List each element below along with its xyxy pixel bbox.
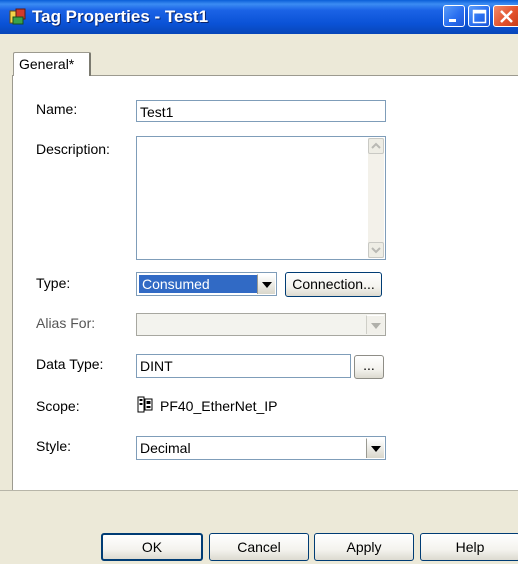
alias-for-label: Alias For: xyxy=(36,315,96,331)
tag-properties-app-icon xyxy=(9,8,27,26)
alias-for-dropdown xyxy=(136,313,386,336)
description-label: Description: xyxy=(36,141,110,157)
style-dropdown[interactable]: Decimal xyxy=(136,436,386,460)
description-scrollbar[interactable] xyxy=(368,138,384,258)
data-type-label: Data Type: xyxy=(36,356,104,372)
cancel-button[interactable]: Cancel xyxy=(209,533,309,561)
title-bar[interactable]: Tag Properties - Test1 xyxy=(0,0,518,34)
minimize-icon xyxy=(449,19,456,22)
style-dropdown-button[interactable] xyxy=(366,438,384,458)
name-input[interactable]: Test1 xyxy=(136,100,386,122)
name-label: Name: xyxy=(36,101,78,117)
general-tab-panel: Name: Test1 Description: Type: Consumed … xyxy=(12,75,518,491)
style-selected-value: Decimal xyxy=(140,440,191,456)
dropdown-arrow-icon xyxy=(371,446,381,452)
minimize-button[interactable] xyxy=(443,5,465,27)
alias-for-dropdown-button xyxy=(366,315,384,334)
apply-button[interactable]: Apply xyxy=(314,533,414,561)
close-button[interactable] xyxy=(493,5,518,27)
controller-scope-icon xyxy=(137,396,153,413)
scope-label: Scope: xyxy=(36,398,80,414)
ok-button[interactable]: OK xyxy=(101,533,203,561)
scope-value: PF40_EtherNet_IP xyxy=(160,398,278,414)
maximize-button[interactable] xyxy=(468,5,490,27)
help-button[interactable]: Help xyxy=(420,533,518,561)
type-dropdown[interactable]: Consumed xyxy=(136,272,277,296)
tag-properties-dialog: Tag Properties - Test1 General* Name: Te… xyxy=(0,0,518,564)
type-label: Type: xyxy=(36,275,71,291)
dropdown-arrow-icon xyxy=(371,323,381,329)
style-label: Style: xyxy=(36,438,72,454)
scroll-down-button[interactable] xyxy=(368,242,384,258)
tab-general-label: General* xyxy=(19,56,75,72)
type-selected-value: Consumed xyxy=(139,275,257,293)
tab-general[interactable]: General* xyxy=(13,52,91,76)
connection-button[interactable]: Connection... xyxy=(285,272,382,297)
chevron-down-icon xyxy=(371,247,381,254)
description-textarea[interactable] xyxy=(136,136,386,260)
data-type-input[interactable]: DINT xyxy=(136,354,351,378)
chevron-up-icon xyxy=(371,142,381,149)
panel-bottom-divider xyxy=(0,490,518,491)
window-title: Tag Properties - Test1 xyxy=(32,7,209,26)
maximize-icon xyxy=(472,9,487,24)
type-dropdown-button[interactable] xyxy=(257,274,275,294)
close-icon xyxy=(500,10,513,23)
dropdown-arrow-icon xyxy=(262,282,272,288)
data-type-browse-button[interactable]: ... xyxy=(354,355,384,379)
scroll-up-button[interactable] xyxy=(368,138,384,154)
